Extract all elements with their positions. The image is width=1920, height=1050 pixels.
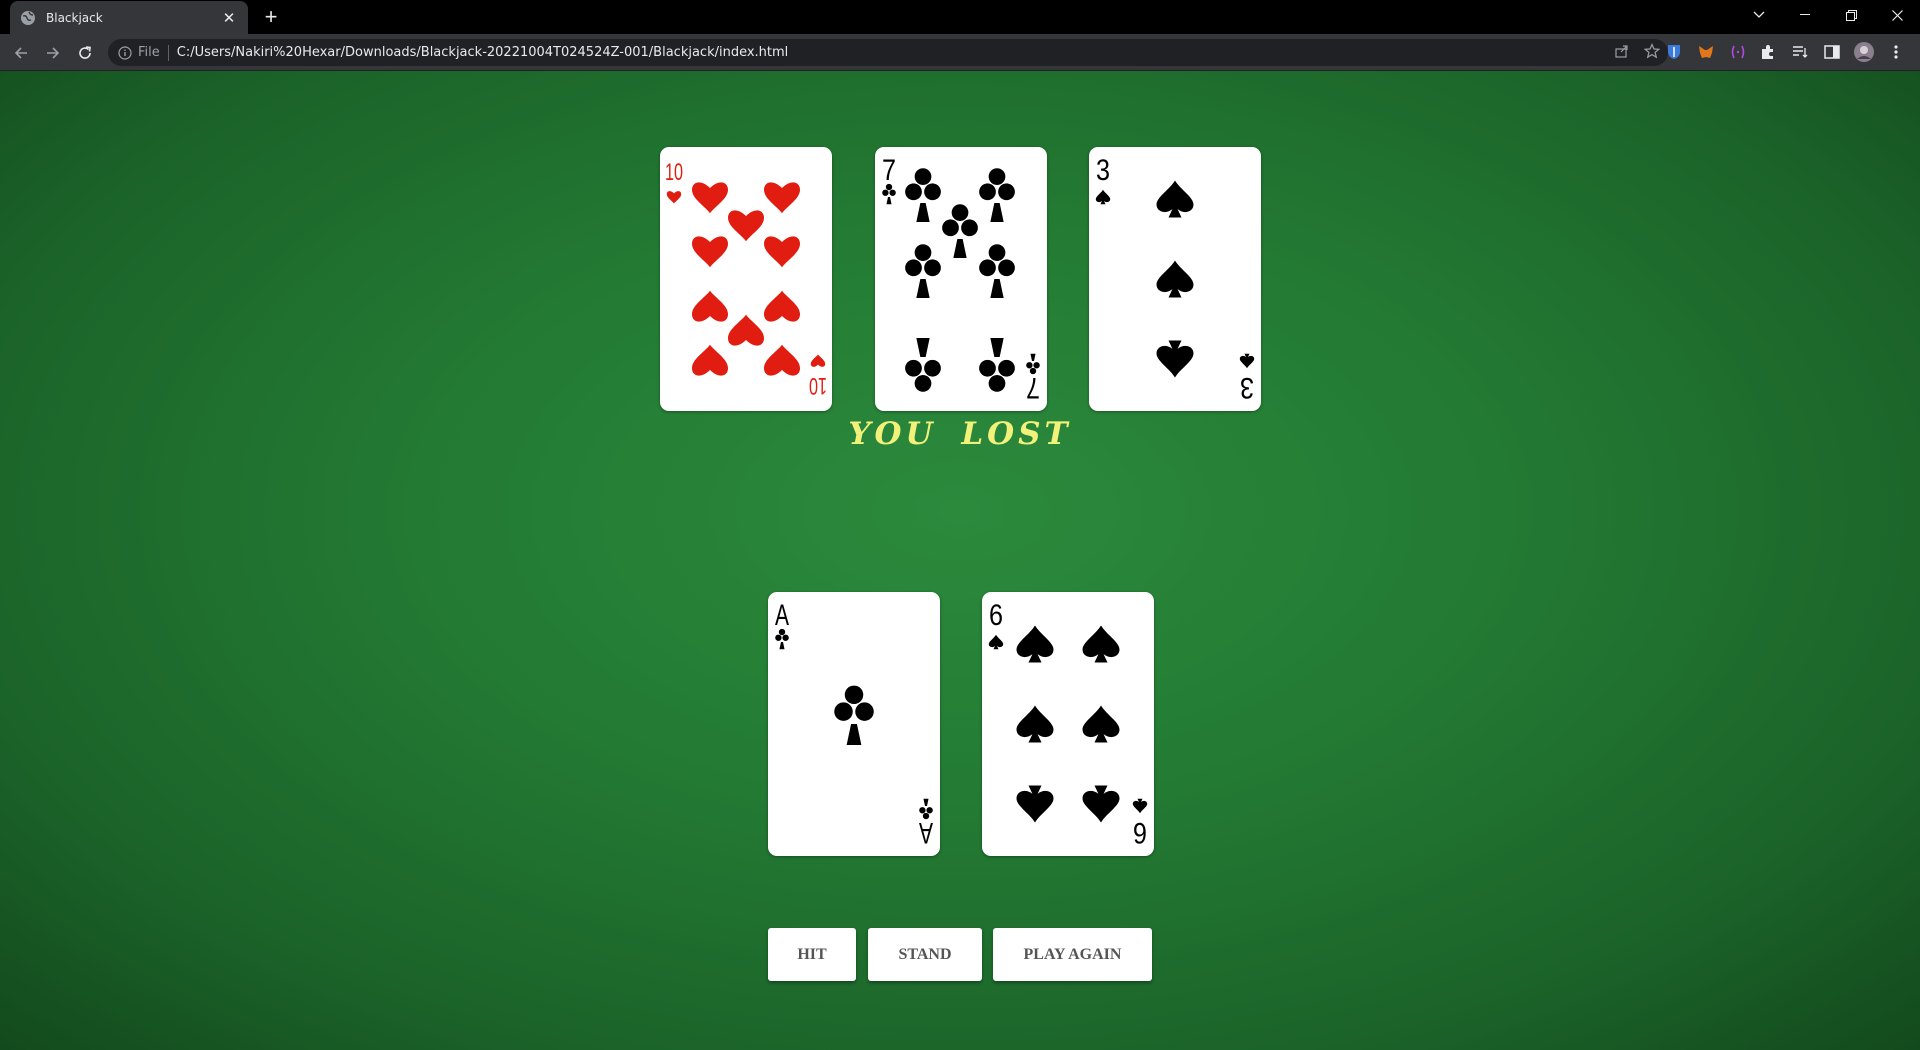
- card-rank-label: 6: [989, 599, 1003, 632]
- hearts-pip-icon: [764, 182, 800, 214]
- reload-icon[interactable]: [72, 40, 98, 66]
- clubs-pip-icon: [979, 168, 1015, 222]
- share-icon[interactable]: [1614, 43, 1630, 64]
- card-face: 10 10: [665, 159, 827, 399]
- spades-suit-icon: [988, 634, 1004, 650]
- card-rank-label: A: [919, 816, 933, 849]
- card-corner-index: 7: [882, 154, 896, 205]
- clubs-pip-icon: [979, 244, 1015, 298]
- game-result-text: YOU LOST: [848, 416, 1072, 452]
- tab-close-icon[interactable]: ✕: [220, 9, 238, 27]
- minimize-button[interactable]: [1782, 0, 1828, 30]
- spades-pip-icon: [1156, 340, 1194, 378]
- card-rank-label: 6: [1133, 816, 1147, 849]
- play-again-button[interactable]: PLAY AGAIN: [993, 928, 1152, 981]
- hearts-pip-icon: [764, 236, 800, 268]
- profile-avatar[interactable]: [1854, 42, 1874, 62]
- spades-pip-icon: [1082, 705, 1120, 743]
- card-rank-label: 7: [882, 154, 896, 187]
- bookmark-star-icon[interactable]: [1643, 43, 1661, 64]
- hearts-pip-icon: [728, 210, 764, 242]
- spades-pip-icon: [1016, 625, 1054, 663]
- card-rank-label: 10: [665, 159, 683, 186]
- hearts-pip-icon: [692, 236, 728, 268]
- card-face: AA: [775, 599, 933, 849]
- card-corner-index: 10: [665, 159, 683, 204]
- close-window-button[interactable]: [1874, 0, 1920, 30]
- globe-icon: [20, 10, 36, 26]
- tab-search-icon[interactable]: [1736, 0, 1782, 30]
- card-corner-index: A: [919, 798, 933, 849]
- dealer-card: 10 10: [660, 147, 832, 411]
- browser-tab[interactable]: Blackjack ✕: [10, 1, 248, 34]
- hearts-pip-icon: [728, 314, 764, 346]
- card-face: 66: [988, 599, 1148, 849]
- brackets-extension-icon[interactable]: [1728, 42, 1748, 62]
- new-tab-button[interactable]: +: [258, 4, 284, 30]
- hearts-pip-icon: [692, 290, 728, 322]
- spades-pip-icon: [1016, 705, 1054, 743]
- clubs-pip-icon: [905, 244, 941, 298]
- card-face: 77: [882, 154, 1040, 404]
- back-icon[interactable]: [8, 40, 34, 66]
- clubs-pip-icon: [905, 338, 941, 392]
- browser-toolbar: File C:/Users/Nakiri%20Hexar/Downloads/B…: [0, 34, 1920, 71]
- forward-icon[interactable]: [40, 40, 66, 66]
- spades-pip-icon: [1156, 260, 1194, 298]
- clubs-pip-icon: [942, 204, 978, 258]
- scheme-label: File: [138, 45, 160, 60]
- restore-button[interactable]: [1828, 0, 1874, 30]
- spades-pip-icon: [1082, 625, 1120, 663]
- hearts-pip-icon: [692, 344, 728, 376]
- dealer-card: 33: [1089, 147, 1261, 411]
- card-corner-index: 3: [1239, 353, 1255, 404]
- site-info-icon[interactable]: [118, 45, 132, 60]
- clubs-pip-icon: [905, 168, 941, 222]
- metamask-extension-icon[interactable]: [1696, 42, 1716, 62]
- browser-tab-bar: Blackjack ✕ +: [0, 0, 1920, 34]
- clubs-pip-icon: [834, 685, 874, 745]
- extensions-puzzle-icon[interactable]: [1758, 42, 1778, 62]
- hearts-suit-icon: [666, 191, 682, 204]
- card-face: 33: [1095, 154, 1255, 404]
- chrome-menu-icon[interactable]: [1886, 42, 1906, 62]
- card-corner-index: 3: [1095, 154, 1111, 205]
- hearts-pip-icon: [692, 182, 728, 214]
- bitwarden-extension-icon[interactable]: [1664, 42, 1684, 62]
- card-rank-label: A: [775, 599, 789, 632]
- card-rank-label: 3: [1240, 371, 1254, 404]
- player-card: 66: [982, 592, 1154, 856]
- stand-button[interactable]: STAND: [868, 928, 982, 981]
- url-text[interactable]: C:/Users/Nakiri%20Hexar/Downloads/Blackj…: [177, 45, 789, 60]
- spades-pip-icon: [1082, 785, 1120, 823]
- card-rank-label: 7: [1026, 371, 1040, 404]
- card-corner-index: 6: [1132, 798, 1148, 849]
- tab-title: Blackjack: [46, 10, 103, 25]
- reading-list-icon[interactable]: [1790, 42, 1810, 62]
- card-corner-index: 10: [809, 354, 827, 399]
- card-corner-index: 7: [1026, 353, 1040, 404]
- card-corner-index: A: [775, 599, 789, 650]
- card-rank-label: 10: [809, 372, 827, 399]
- player-card: AA: [768, 592, 940, 856]
- spades-suit-icon: [1239, 353, 1255, 369]
- spades-pip-icon: [1156, 180, 1194, 218]
- hearts-suit-icon: [810, 354, 826, 367]
- hit-button[interactable]: HIT: [768, 928, 856, 981]
- card-corner-index: 6: [988, 599, 1004, 650]
- spades-suit-icon: [1132, 798, 1148, 814]
- side-panel-icon[interactable]: [1822, 42, 1842, 62]
- hearts-pip-icon: [764, 344, 800, 376]
- clubs-pip-icon: [979, 338, 1015, 392]
- address-bar[interactable]: File C:/Users/Nakiri%20Hexar/Downloads/B…: [108, 39, 1668, 66]
- spades-suit-icon: [1095, 189, 1111, 205]
- omnibox-divider: [167, 44, 169, 61]
- card-rank-label: 3: [1096, 154, 1110, 187]
- dealer-card: 77: [875, 147, 1047, 411]
- spades-pip-icon: [1016, 785, 1054, 823]
- hearts-pip-icon: [764, 290, 800, 322]
